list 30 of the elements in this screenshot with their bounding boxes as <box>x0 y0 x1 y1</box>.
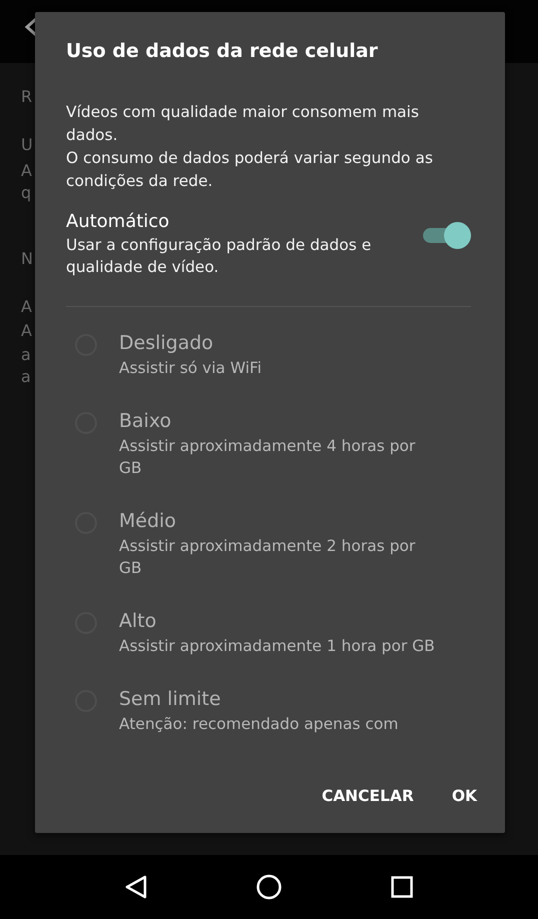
settings-text: a <box>21 345 31 364</box>
automatic-description: Usar a configuração padrão de dados e qualidade de vídeo. <box>66 235 372 278</box>
option-description: Assistir aproximadamente 4 horas por GB <box>119 436 416 479</box>
option-label: Alto <box>119 609 158 634</box>
option-description: Assistir só via WiFi <box>119 358 263 379</box>
option-description: Assistir aproximadamente 1 hora por GB <box>119 636 436 657</box>
settings-text: R <box>21 87 32 106</box>
option-label: Baixo <box>119 409 172 434</box>
settings-text: A <box>21 321 32 340</box>
automatic-label: Automático <box>66 210 170 234</box>
settings-text: N <box>21 249 33 268</box>
cancel-button[interactable]: CANCELAR <box>310 779 426 813</box>
description-text: Vídeos com qualidade maior consomem mais dados. <box>66 102 420 146</box>
settings-text: U <box>21 135 33 154</box>
settings-text: A <box>21 297 32 316</box>
back-icon[interactable] <box>124 875 147 899</box>
option-description: Assistir aproximadamente 2 horas por GB <box>119 536 416 579</box>
recents-icon[interactable] <box>391 876 414 898</box>
settings-text: A <box>21 161 32 180</box>
settings-text: q <box>21 183 32 202</box>
description-text: O consumo de dados poderá variar segundo as condições da rede. <box>66 148 434 192</box>
toggle-switch[interactable] <box>421 221 471 249</box>
settings-text: a <box>21 367 31 386</box>
option-label: Desligado <box>119 331 214 356</box>
option-description: Atenção: recomendado apenas com <box>119 714 400 735</box>
option-label: Médio <box>119 509 178 534</box>
option-label: Sem limite <box>119 687 222 712</box>
home-icon[interactable] <box>256 874 282 900</box>
dialog-title: Uso de dados da rede celular <box>66 39 379 64</box>
ok-button[interactable]: OK <box>440 779 489 813</box>
